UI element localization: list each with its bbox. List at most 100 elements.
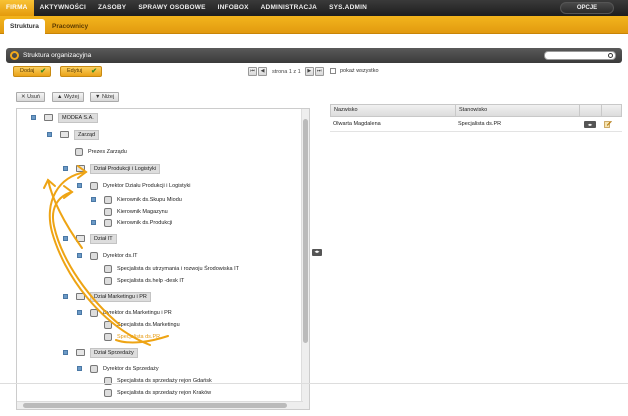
tree-node[interactable]: Specjalista ds sprzedaży rejon Gdańsk (104, 375, 212, 386)
nav-infobox[interactable]: INFOBOX (212, 0, 255, 16)
tree-node-label: Kierownik ds.Produkcji (117, 219, 173, 226)
table-row[interactable]: Olwarta Magdalena Specjalista ds.PR ◂▸ (330, 117, 622, 132)
edit-button-label: Edytuj (67, 68, 83, 74)
tree-node-label: Dyrektor ds.IT (103, 252, 138, 259)
tree-node[interactable]: Specjalista ds.Marketingu (104, 319, 180, 330)
collapse-icon[interactable] (31, 115, 36, 120)
column-header-position[interactable]: Stanowisko (459, 105, 487, 116)
panel-header: Struktura organizacyjna (6, 48, 622, 63)
nav-zasoby[interactable]: ZASOBY (92, 0, 132, 16)
tree-vertical-scrollbar[interactable] (301, 109, 309, 409)
person-icon (104, 207, 112, 216)
tree-node[interactable]: Kierownik ds.Skupu Miodu (91, 194, 182, 205)
panel-splitter-icon[interactable]: ◂▸ (312, 249, 322, 256)
tree-node-label: Specjalista ds sprzedaży rejon Kraków (117, 389, 212, 396)
tree-node[interactable]: Specjalista ds.help -desk IT (104, 275, 184, 286)
person-icon (104, 332, 112, 341)
person-icon (104, 264, 112, 273)
tree-node-label: Kierownik Magazynu (117, 208, 168, 215)
delete-button[interactable]: ✕ Usuń (16, 92, 45, 102)
panel-title: Struktura organizacyjna (23, 52, 92, 59)
expand-icon[interactable] (91, 220, 96, 225)
last-page-icon[interactable]: ⏭ (314, 67, 324, 76)
tree-node-label: Specjalista ds.PR (117, 333, 161, 340)
tree-node[interactable]: Prezes Zarządu (75, 146, 127, 157)
nav-firma[interactable]: FIRMA (0, 0, 34, 16)
column-divider (601, 105, 602, 116)
check-icon: ✔ (40, 68, 46, 75)
tree-node[interactable]: Specjalista ds.PR (104, 331, 160, 342)
tree-node[interactable]: Dział Produkcji i Logistyki (63, 163, 161, 174)
row-navigate-icon[interactable]: ◂▸ (584, 121, 596, 128)
collapse-icon[interactable] (63, 236, 68, 241)
column-divider (579, 105, 580, 116)
tree-node-label: Dział Sprzedaży (90, 347, 138, 358)
subtab-bar: Struktura Pracownicy (0, 16, 628, 34)
add-button[interactable]: Dodaj ✔ (13, 66, 51, 77)
edit-button[interactable]: Edytuj ✔ (60, 66, 102, 77)
collapse-icon[interactable] (77, 366, 82, 371)
search-icon[interactable] (608, 53, 613, 58)
collapse-icon[interactable] (63, 350, 68, 355)
nav-administracja[interactable]: ADMINISTRACJA (255, 0, 323, 16)
tree-node[interactable]: Dyrektor ds.Marketingu i PR (77, 307, 172, 318)
edit-icon[interactable] (604, 120, 612, 128)
options-button[interactable]: OPCJE (560, 2, 614, 14)
scroll-thumb[interactable] (23, 403, 287, 408)
nav-sys-admin[interactable]: SYS.ADMIN (323, 0, 373, 16)
move-down-button[interactable]: ▼ Niżej (90, 92, 120, 102)
tree-node[interactable]: Dział IT (63, 233, 117, 244)
tree-node[interactable]: Zarząd (47, 129, 100, 140)
tree-node[interactable]: Kierownik Magazynu (104, 206, 168, 217)
person-icon (104, 320, 112, 329)
tree-node[interactable]: MODEA S.A. (31, 112, 98, 123)
arrow-up-icon: ▲ (57, 94, 63, 100)
close-icon: ✕ (21, 94, 26, 100)
scroll-thumb[interactable] (303, 119, 308, 343)
collapse-icon[interactable] (77, 183, 82, 188)
person-icon (90, 308, 98, 317)
tree-node-label: MODEA S.A. (58, 112, 98, 123)
column-header-name[interactable]: Nazwisko (334, 105, 358, 116)
grid-header: Nazwisko Stanowisko (330, 104, 622, 117)
next-page-icon[interactable]: ▶ (304, 67, 314, 76)
collapse-icon[interactable] (63, 166, 68, 171)
tree-node-label: Specjalista ds.Marketingu (117, 321, 180, 328)
tab-pracownicy[interactable]: Pracownicy (46, 19, 94, 34)
tree-node[interactable]: Specjalista ds utrzymania i rozwoju Środ… (104, 263, 239, 274)
first-page-icon[interactable]: ⏮ (248, 67, 257, 76)
tab-struktura[interactable]: Struktura (4, 19, 45, 34)
collapse-icon[interactable] (77, 310, 82, 315)
tree-node-label: Prezes Zarządu (88, 148, 127, 155)
move-down-label: Niżej (101, 94, 115, 100)
tree-node[interactable]: Dział Marketingu i PR (63, 291, 151, 302)
tree-node[interactable]: Kierownik ds.Produkcji (91, 217, 172, 228)
collapse-icon[interactable] (77, 253, 82, 258)
tree-node-label: Dyrektor Działu Produkcji i Logistyki (103, 182, 191, 189)
tree-node[interactable]: Dział Sprzedaży (63, 347, 138, 358)
show-all-checkbox[interactable] (330, 68, 336, 74)
tree-node-label: Dyrektor ds Sprzedaży (103, 365, 159, 372)
move-up-button[interactable]: ▲ Wyżej (52, 92, 84, 102)
collapse-icon[interactable] (63, 294, 68, 299)
column-divider (455, 105, 456, 116)
tree-node[interactable]: Dyrektor Działu Produkcji i Logistyki (77, 180, 190, 191)
tree-node[interactable]: Dyrektor ds Sprzedaży (77, 363, 159, 374)
nav-sprawy-osobowe[interactable]: SPRAWY OSOBOWE (132, 0, 211, 16)
pagination: ⏮ ◀ strona 1 z 1 ▶ ⏭ (248, 67, 325, 76)
tree-node[interactable]: Specjalista ds sprzedaży rejon Kraków (104, 387, 211, 398)
show-all-toggle[interactable]: pokaż wszystko (330, 68, 379, 74)
collapse-icon[interactable] (47, 132, 52, 137)
nav-aktywnosci[interactable]: AKTYWNOŚCI (34, 0, 92, 16)
unit-icon (44, 114, 53, 121)
prev-page-icon[interactable]: ◀ (258, 67, 267, 76)
collapse-icon[interactable] (91, 197, 96, 202)
tree-horizontal-scrollbar[interactable] (17, 401, 303, 409)
person-icon (104, 388, 112, 397)
top-nav: FIRMA AKTYWNOŚCI ZASOBY SPRAWY OSOBOWE I… (0, 0, 628, 16)
tree-node[interactable]: Dyrektor ds.IT (77, 250, 138, 261)
app-logo-icon (10, 51, 19, 60)
arrow-down-icon: ▼ (95, 94, 101, 100)
tree-node-label: Zarząd (74, 129, 100, 140)
search-input[interactable] (544, 51, 616, 60)
